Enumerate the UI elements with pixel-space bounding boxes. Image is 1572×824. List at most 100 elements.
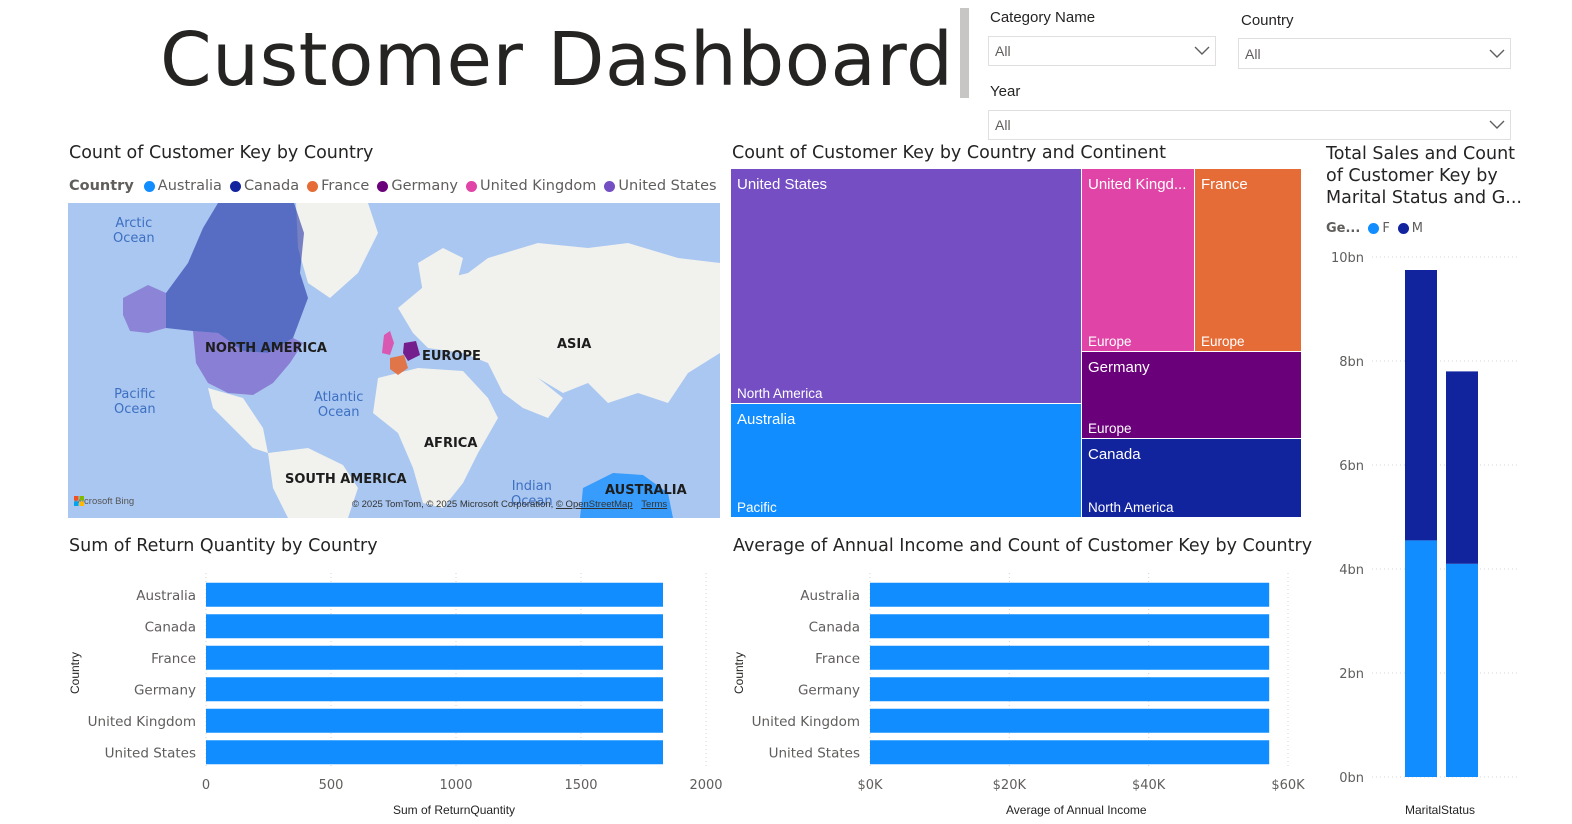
x-category-label: S [1458, 784, 1466, 785]
bar-united-states[interactable] [870, 740, 1270, 765]
returns-x-axis-title: Sum of ReturnQuantity [393, 803, 516, 817]
legend-item-m[interactable]: M [1397, 221, 1424, 236]
map-label-arctic-ocean: Arctic Ocean [113, 216, 155, 246]
legend-label: M [1411, 221, 1424, 236]
bar-france[interactable] [206, 645, 663, 670]
y-category-label: United States [769, 745, 860, 761]
legend-item-france[interactable]: France [307, 178, 369, 194]
map-label-europe: EUROPE [422, 349, 481, 364]
bar-germany[interactable] [206, 677, 663, 702]
x-tick-label: 500 [319, 778, 344, 793]
bar-germany[interactable] [870, 677, 1270, 702]
legend-label: F [1382, 221, 1390, 236]
treemap-cell-group: North America [737, 386, 823, 401]
legend-dot [466, 180, 477, 192]
map-label-south-america: SOUTH AMERICA [285, 472, 407, 487]
legend-item-united-states[interactable]: United States [604, 178, 717, 194]
legend-dot [307, 180, 319, 192]
y-tick-label: 2bn [1339, 667, 1364, 682]
column-s-m[interactable] [1446, 371, 1478, 564]
y-category-label: United Kingdom [88, 714, 196, 730]
bar-united-states[interactable] [206, 740, 663, 765]
legend-item-australia[interactable]: Australia [143, 178, 222, 194]
y-category-label: Germany [134, 682, 196, 698]
x-tick-label: 1500 [564, 778, 597, 793]
legend-label: Canada [243, 178, 300, 194]
income-x-axis-title: Average of Annual Income [1006, 803, 1147, 817]
treemap-cell-united-kingdom[interactable]: United Kingd... Europe [1082, 169, 1195, 352]
treemap-cell-australia[interactable]: Australia Pacific [731, 404, 1082, 518]
legend-dot [229, 180, 241, 192]
y-category-label: Australia [800, 588, 860, 604]
marital-title-line: Marital Status and G... [1326, 188, 1522, 208]
treemap-cell-label: United Kingd... [1088, 176, 1187, 193]
y-category-label: France [151, 651, 196, 667]
bar-france[interactable] [870, 645, 1270, 670]
treemap-chart[interactable]: United States North America Australia Pa… [731, 169, 1302, 518]
bar-canada[interactable] [206, 614, 663, 639]
map-label-north-america: NORTH AMERICA [205, 341, 327, 356]
legend-dot [377, 180, 389, 192]
map-label-asia: ASIA [557, 337, 592, 352]
map-label-australia: AUSTRALIA [605, 483, 687, 498]
bar-united-kingdom[interactable] [870, 708, 1270, 733]
y-category-label: Australia [136, 588, 196, 604]
x-tick-label: 0 [202, 778, 210, 793]
x-tick-label: $40K [1132, 778, 1166, 793]
map-legend: Country Australia Canada France Germany … [69, 178, 723, 194]
legend-label: Germany [391, 178, 458, 194]
legend-label: France [321, 178, 370, 194]
country-slicer-dropdown[interactable]: All [1238, 38, 1511, 69]
y-tick-label: 0bn [1339, 771, 1364, 785]
legend-label: United Kingdom [480, 178, 597, 194]
marital-stacked-column-chart[interactable]: 0bn 2bn 4bn 6bn 8bn 10bn M S [1320, 245, 1525, 785]
y-category-label: Canada [145, 619, 196, 635]
bar-canada[interactable] [870, 614, 1270, 639]
marital-visual-title: Total Sales and Count of Customer Key by… [1326, 143, 1522, 209]
legend-item-germany[interactable]: Germany [377, 178, 458, 194]
category-slicer-value: All [995, 43, 1011, 59]
legend-item-canada[interactable]: Canada [229, 178, 300, 194]
terms-link[interactable]: Terms [641, 499, 667, 510]
marital-title-line: of Customer Key by [1326, 166, 1498, 186]
year-slicer-dropdown[interactable]: All [988, 110, 1511, 140]
y-tick-label: 10bn [1331, 251, 1364, 266]
map-attribution: © 2025 TomTom, © 2025 Microsoft Corporat… [352, 499, 667, 510]
treemap-cell-label: Australia [737, 411, 796, 428]
treemap-cell-label: Canada [1088, 446, 1141, 463]
bar-united-kingdom[interactable] [206, 708, 663, 733]
y-tick-label: 8bn [1339, 355, 1364, 370]
map-label-atlantic-ocean: Atlantic Ocean [314, 390, 364, 420]
bar-australia[interactable] [870, 582, 1270, 607]
marital-title-line: Total Sales and Count [1326, 144, 1516, 164]
treemap-cell-germany[interactable]: Germany Europe [1082, 352, 1302, 439]
column-m-f[interactable] [1405, 540, 1437, 777]
column-s-f[interactable] [1446, 563, 1478, 777]
y-tick-label: 6bn [1339, 459, 1364, 474]
treemap-cell-canada[interactable]: Canada North America [1082, 439, 1302, 518]
map-canvas [123, 203, 720, 518]
column-m-m[interactable] [1405, 270, 1437, 541]
returns-bar-chart[interactable]: 0 500 1000 1500 2000 Australia Canada France Ger… [70, 570, 730, 800]
chevron-down-icon [1484, 39, 1510, 68]
treemap-cell-united-states[interactable]: United States North America [731, 169, 1082, 404]
income-bar-chart[interactable]: $0K $20K $40K $60K Australia Canada France Germ… [735, 570, 1315, 800]
marital-legend: Ge... F M [1326, 221, 1429, 236]
returns-y-axis-title: Country [68, 651, 82, 695]
treemap-visual-title: Count of Customer Key by Country and Con… [732, 143, 1166, 163]
world-map[interactable]: Arctic Ocean Pacific Ocean Atlantic Ocean I… [68, 203, 720, 518]
bar-australia[interactable] [206, 582, 663, 607]
map-legend-title: Country [69, 178, 134, 194]
legend-item-united-kingdom[interactable]: United Kingdom [466, 178, 596, 194]
treemap-cell-label: France [1201, 176, 1248, 193]
microsoft-bing-logo: Microsoft Bing [74, 496, 135, 507]
category-slicer-dropdown[interactable]: All [988, 36, 1216, 66]
marital-x-axis-title: MaritalStatus [1405, 803, 1476, 817]
y-tick-label: 4bn [1339, 563, 1364, 578]
chevron-down-icon [1484, 111, 1510, 139]
y-category-label: Germany [798, 682, 860, 698]
treemap-cell-france[interactable]: France Europe [1195, 169, 1302, 352]
legend-item-f[interactable]: F [1368, 221, 1390, 236]
x-tick-label: $0K [857, 778, 883, 793]
openstreetmap-link[interactable]: © OpenStreetMap [556, 499, 633, 510]
